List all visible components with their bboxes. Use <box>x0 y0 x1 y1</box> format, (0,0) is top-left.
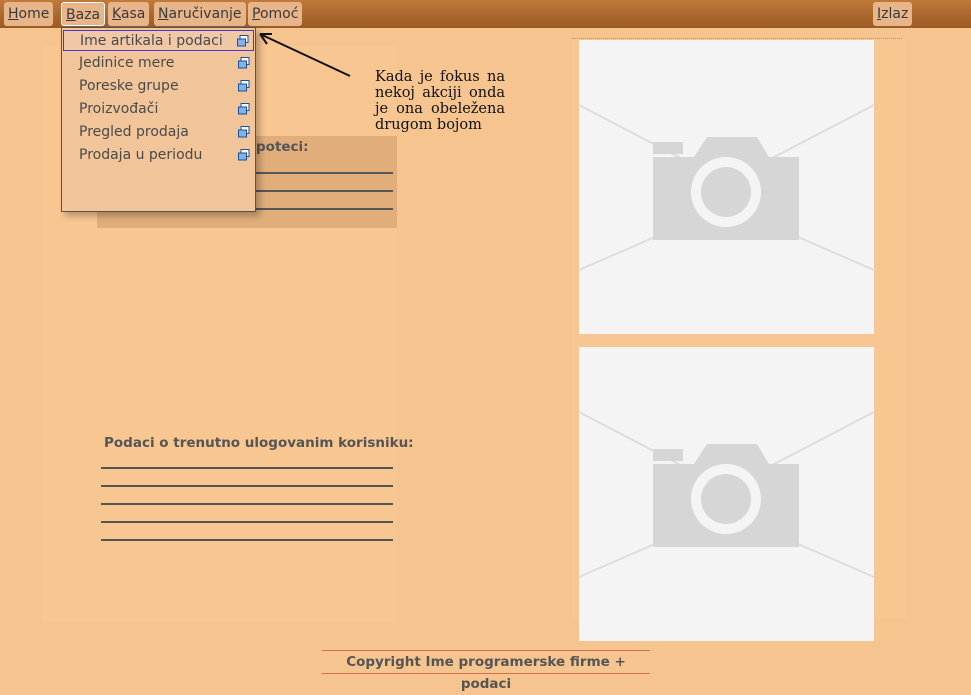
menu-kasa[interactable]: Kasa <box>108 2 150 26</box>
menu-item-label: Jedinice mere <box>79 55 175 71</box>
annotation-arrow-icon <box>259 33 351 77</box>
menu-pomoc-accel: P <box>252 6 260 22</box>
section-title-user: Podaci o trenutno ulogovanim korisniku: <box>104 435 414 451</box>
window-icon <box>238 126 250 138</box>
window-icon <box>237 35 249 47</box>
camera-icon <box>579 411 874 578</box>
menu-izlaz-label: zlaz <box>881 6 909 22</box>
blank-line <box>101 505 393 523</box>
baza-dropdown-menu: Ime artikala i podaci Jedinice mere Pore… <box>61 27 256 212</box>
blank-line <box>101 469 393 487</box>
menu-home[interactable]: Home <box>4 2 54 26</box>
menu-pomoc-label: omoć <box>259 6 299 22</box>
blank-line <box>101 487 393 505</box>
annotation-text: Kada je fokus na nekoj akciji onda je on… <box>375 69 505 133</box>
menu-kasa-accel: K <box>112 6 121 22</box>
menu-home-label: ome <box>18 6 50 22</box>
photo-placeholder <box>579 40 874 334</box>
footer-copyright: Copyright Ime programerske firme + podac… <box>322 650 650 692</box>
section-title-first: poteci: <box>256 139 309 155</box>
window-icon <box>238 149 250 161</box>
menu-item-proizvodjaci[interactable]: Proizvođači <box>63 99 254 120</box>
window-icon <box>238 80 250 92</box>
section-lines-user <box>101 451 393 541</box>
menu-item-poreske-grupe[interactable]: Poreske grupe <box>63 76 254 97</box>
menu-kasa-label: asa <box>120 6 146 22</box>
photo-placeholder <box>579 347 874 641</box>
menu-baza[interactable]: Baza <box>61 2 106 26</box>
blank-line <box>101 451 393 469</box>
menubar: Home Baza Kasa Naručivanje Pomoć Izlaz <box>0 0 971 28</box>
blank-line <box>101 523 393 541</box>
menu-item-label: Prodaja u periodu <box>79 147 203 163</box>
menu-narucivanje-accel: N <box>158 6 169 22</box>
menu-item-label: Pregled prodaja <box>79 124 189 140</box>
menu-narucivanje-label: aručivanje <box>168 6 242 22</box>
menu-pomoc[interactable]: Pomoć <box>248 2 303 26</box>
menu-baza-accel: B <box>66 7 76 23</box>
menu-baza-label: aza <box>75 7 101 23</box>
window-icon <box>238 57 250 69</box>
menu-item-jedinice-mere[interactable]: Jedinice mere <box>63 53 254 74</box>
menu-item-pregled-prodaja[interactable]: Pregled prodaja <box>63 122 254 143</box>
menu-item-prodaja-u-periodu[interactable]: Prodaja u periodu <box>63 145 254 166</box>
camera-icon <box>579 104 874 271</box>
menu-home-accel: H <box>8 6 19 22</box>
menu-item-label: Proizvođači <box>79 101 159 117</box>
menu-item-label: Ime artikala i podaci <box>80 33 223 49</box>
menu-item-ime-artikala[interactable]: Ime artikala i podaci <box>63 30 254 51</box>
menu-izlaz[interactable]: Izlaz <box>873 2 913 26</box>
menu-narucivanje[interactable]: Naručivanje <box>154 2 246 26</box>
menu-item-label: Poreske grupe <box>79 78 179 94</box>
window-icon <box>238 103 250 115</box>
